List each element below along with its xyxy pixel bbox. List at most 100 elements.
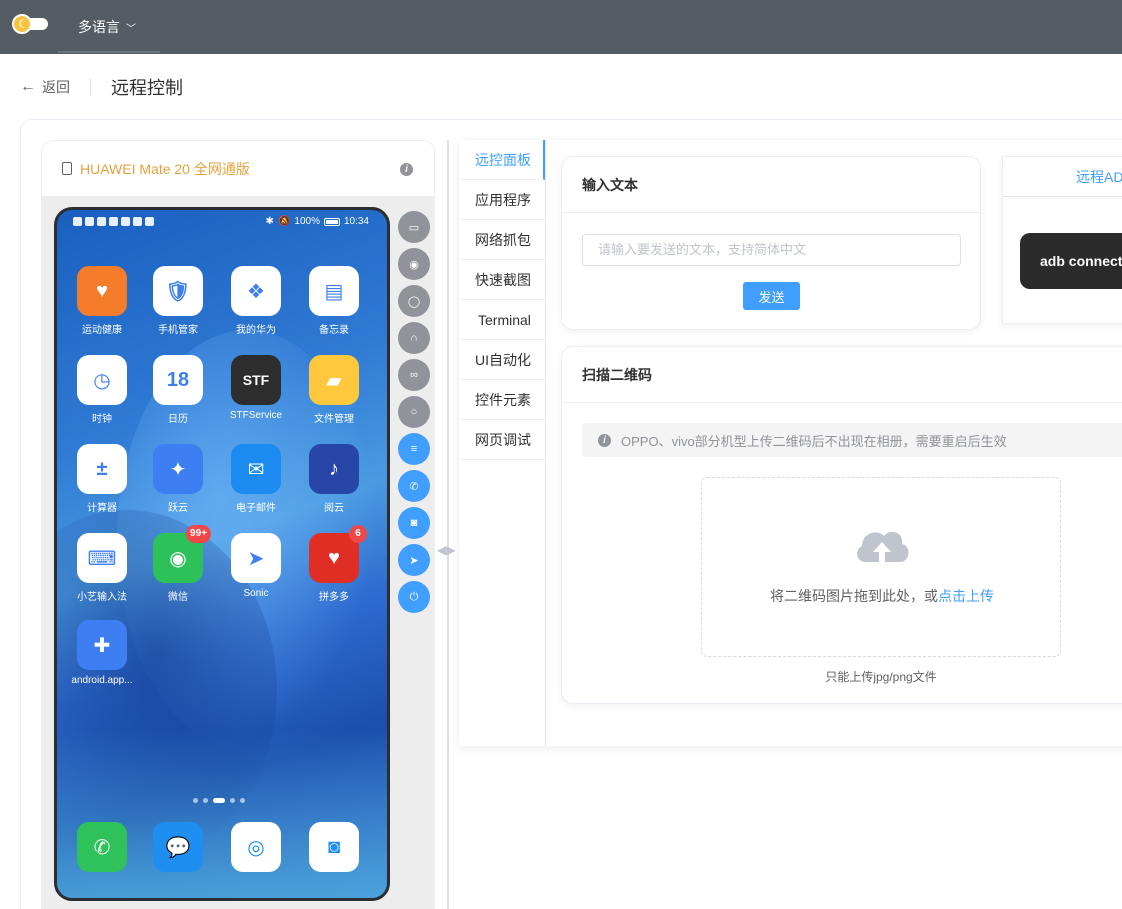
dock-app-icon[interactable]: ✆ [67,822,137,872]
tab-2[interactable]: 网络抓包 [459,220,545,260]
tab-5[interactable]: UI自动化 [459,340,545,380]
app-icon[interactable]: ◷ 时钟 [67,355,137,425]
location-button[interactable]: ➤ [398,544,430,576]
app-icon[interactable]: ♪ 阅云 [299,444,369,514]
clock-time: 10:34 [343,216,369,227]
page-dot [240,798,245,803]
app-icon[interactable]: ✉ 电子邮件 [221,444,291,514]
adb-command-box[interactable]: adb connect [1020,233,1122,289]
qr-upload-dropzone[interactable]: 将二维码图片拖到此处，或点击上传 [701,477,1061,657]
dock-app-icon[interactable]: ◎ [221,822,291,872]
send-button[interactable]: 发送 [743,282,800,310]
tab-4[interactable]: Terminal [459,300,545,340]
upload-instructions: 将二维码图片拖到此处，或点击上传 [702,586,1062,606]
qr-card-title: 扫描二维码 [562,347,1122,403]
moon-icon: ☾ [12,14,32,34]
app-icon[interactable]: 🛡 手机管家 [143,266,213,336]
tab-3[interactable]: 快速截图 [459,260,545,300]
device-screen[interactable]: ✱ 🔕 100% 10:34 ♥ 运动健康 🛡 手机管家 ❖ 我的华为 ▤ 备忘录 ◷ 时钟 18 日… [54,207,390,901]
device-body: ✱ 🔕 100% 10:34 ♥ 运动健康 🛡 手机管家 ❖ 我的华为 ▤ 备忘录 ◷ 时钟 18 日… [42,197,434,909]
tab-6[interactable]: 控件元素 [459,380,545,420]
eye-button[interactable]: ◉ [398,248,430,280]
status-right: ✱ 🔕 100% 10:34 [266,216,369,227]
bluetooth-icon: ✱ [265,216,274,227]
app-icon-image: ♥ 6 [309,525,367,583]
search-button[interactable]: ○ [398,396,430,428]
dock-app-image: 💬 [153,822,203,872]
app-icon[interactable]: ✦ 跃云 [143,444,213,514]
tab-0[interactable]: 远控面板 [459,140,545,180]
phone-call-button[interactable]: ✆ [398,470,430,502]
chevron-down-icon: ﹀ [126,23,136,35]
app-icon-image: ✦ [153,444,203,494]
notification-icon [73,217,82,226]
app-label: 我的华为 [236,325,276,336]
tab-list: 远控面板 应用程序 网络抓包 快速截图 Terminal UI自动化 控件元素 网页调试 [459,140,546,746]
back-button[interactable]: ← 返回 [20,77,70,97]
power-button[interactable]: ⏻ [398,581,430,613]
notification-icon [97,217,106,226]
app-icon[interactable]: ◉ 99+ 微信 [143,525,213,603]
page-dot-active [213,798,225,803]
record-video-button[interactable]: ▭ [398,211,430,243]
wallpaper-glow [57,730,387,898]
device-card: HUAWEI Mate 20 全网通版 i ✱ 🔕 100% 10:34 ♥ 运… [41,140,435,909]
app-label: android.app... [71,675,133,686]
info-icon[interactable]: i [400,163,413,176]
page-dot [193,798,198,803]
notification-icon [133,217,142,226]
app-icon[interactable]: ♥ 6 拼多多 [299,525,369,603]
app-label: 备忘录 [319,325,349,336]
app-icon[interactable]: ✚ android.app... [67,620,137,686]
app-icon[interactable]: STF STFService [221,355,291,421]
notification-icons [73,217,154,226]
page-dot [230,798,235,803]
dock-app-icon[interactable]: 💬 [143,822,213,872]
app-label: 文件管理 [314,414,354,425]
link-button[interactable]: ∞ [398,359,430,391]
app-icon[interactable]: ▤ 备忘录 [299,266,369,336]
app-label: 拼多多 [319,592,349,603]
dock-app-image: ◙ [309,822,359,872]
app-icon[interactable]: ➤ Sonic [221,533,291,599]
app-icon[interactable]: ± 计算器 [67,444,137,514]
page-header: ← 返回 远程控制 [20,72,183,102]
theme-toggle-switch[interactable]: ☾ [12,14,48,34]
menu-active-underline [58,51,160,53]
settings-sliders-button[interactable]: ≡ [398,433,430,465]
app-icon[interactable]: ♥ 运动健康 [67,266,137,336]
info-icon: i [598,433,611,447]
app-icon-image: ▰ [309,355,359,405]
wifi-icon [85,217,94,226]
user-button[interactable]: ◯ [398,285,430,317]
splitter-handle[interactable]: ◀▶ [437,543,461,561]
page-title: 远程控制 [111,78,183,98]
app-icon[interactable]: ⌨ 小艺输入法 [67,533,137,603]
app-icon[interactable]: 18 日历 [143,355,213,425]
camera-button[interactable]: ◙ [398,507,430,539]
headset-button[interactable]: ∩ [398,322,430,354]
app-icon-image: ◉ 99+ [153,525,211,583]
app-label: 跃云 [168,503,188,514]
app-label: 阅云 [324,503,344,514]
app-icon[interactable]: ❖ 我的华为 [221,266,291,336]
device-card-header: HUAWEI Mate 20 全网通版 i [42,141,434,197]
app-icon-image: ◷ [77,355,127,405]
app-icon-image: 18 [153,355,203,405]
upload-link[interactable]: 点击上传 [938,588,994,604]
app-label: 计算器 [87,503,117,514]
input-text-card-title: 输入文本 [562,157,980,213]
tab-1[interactable]: 应用程序 [459,180,545,220]
notification-badge: 6 [349,525,367,543]
language-menu[interactable]: 多语言 ﹀ [62,0,152,54]
tab-remote-adb[interactable]: 远程ADB [1003,157,1122,197]
dock-app-icon[interactable]: ◙ [299,822,369,872]
text-input[interactable]: 请输入要发送的文本，支持简体中文 [582,234,961,266]
app-icon-image: STF [231,355,281,405]
cloud-upload-icon [857,531,909,562]
upload-tip: 只能上传jpg/png文件 [825,670,937,684]
mute-icon: 🔕 [277,216,291,227]
tab-7[interactable]: 网页调试 [459,420,545,460]
app-label: 运动健康 [82,325,122,336]
app-icon[interactable]: ▰ 文件管理 [299,355,369,425]
